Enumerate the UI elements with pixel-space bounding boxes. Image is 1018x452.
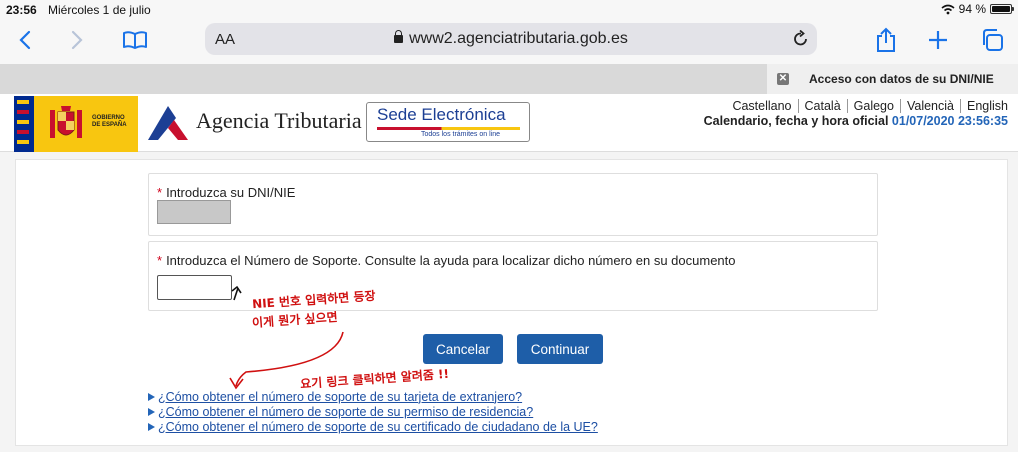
tabs-overview-button[interactable] bbox=[977, 26, 1007, 54]
lang-catala[interactable]: Català bbox=[797, 99, 847, 113]
chevron-left-icon bbox=[19, 30, 31, 50]
language-selector: Castellano Català Galego Valencià Englis… bbox=[726, 99, 1008, 113]
book-icon bbox=[123, 31, 147, 49]
sede-electronica-logo[interactable]: Sede Electrónica Todos los trámites on l… bbox=[366, 102, 530, 142]
wifi-icon bbox=[941, 4, 955, 14]
site-header: GOBIERNO DE ESPAÑA Agencia Tributaria Se… bbox=[0, 94, 1018, 152]
required-mark: * bbox=[157, 185, 163, 200]
list-item: ¿Cómo obtener el número de soporte de su… bbox=[148, 389, 598, 404]
list-item: ¿Cómo obtener el número de soporte de su… bbox=[148, 419, 598, 434]
tab-title: Acceso con datos de su DNI/NIE bbox=[809, 72, 994, 86]
back-button[interactable] bbox=[10, 26, 40, 54]
tab-bar: ✕ Acceso con datos de su DNI/NIE bbox=[0, 64, 1018, 94]
new-tab-button[interactable] bbox=[923, 26, 953, 54]
status-bar: 23:56 Miércoles 1 de julio 94 % bbox=[0, 0, 1018, 18]
lock-icon bbox=[394, 30, 404, 43]
help-link-permiso[interactable]: ¿Cómo obtener el número de soporte de su… bbox=[158, 405, 533, 419]
forward-button[interactable] bbox=[62, 26, 92, 54]
agency-name[interactable]: Agencia Tributaria bbox=[196, 108, 362, 134]
browser-toolbar: AA www2.agenciatributaria.gob.es bbox=[0, 18, 1018, 64]
dni-input[interactable] bbox=[157, 200, 231, 224]
official-calendar[interactable]: Calendario, fecha y hora oficial 01/07/2… bbox=[704, 114, 1008, 128]
plus-icon bbox=[929, 31, 947, 49]
coat-of-arms-icon bbox=[50, 106, 82, 138]
calendar-label[interactable]: Calendario, fecha y hora oficial bbox=[704, 114, 889, 128]
lang-english[interactable]: English bbox=[960, 99, 1008, 113]
gobierno-line1: GOBIERNO bbox=[92, 115, 125, 121]
share-icon bbox=[877, 27, 895, 52]
triangle-icon bbox=[148, 407, 155, 416]
tabs-icon bbox=[983, 29, 1003, 51]
main-content: * Introduzca su DNI/NIE * Introduzca el Nú… bbox=[15, 159, 1008, 446]
bookmarks-button[interactable] bbox=[120, 26, 150, 54]
status-date: Miércoles 1 de julio bbox=[48, 3, 151, 17]
sede-subtitle: Todos los trámites on line bbox=[421, 131, 500, 138]
status-right: 94 % bbox=[941, 2, 1014, 16]
gobierno-logo[interactable]: GOBIERNO DE ESPAÑA bbox=[14, 96, 138, 152]
address-bar[interactable]: AA www2.agenciatributaria.gob.es bbox=[205, 23, 817, 55]
dni-label: Introduzca su DNI/NIE bbox=[166, 185, 296, 200]
calendar-datetime: 01/07/2020 23:56:35 bbox=[891, 114, 1008, 128]
lang-castellano[interactable]: Castellano bbox=[726, 99, 797, 113]
list-item: ¿Cómo obtener el número de soporte de su… bbox=[148, 404, 598, 419]
cancel-button[interactable]: Cancelar bbox=[423, 334, 503, 364]
battery-percent: 94 % bbox=[958, 2, 986, 16]
eu-flag-icon bbox=[14, 96, 34, 152]
annotation-note-1b: 이게 뭔가 싶으면 bbox=[251, 310, 339, 330]
help-link-certificado[interactable]: ¿Cómo obtener el número de soporte de su… bbox=[158, 420, 598, 434]
required-mark: * bbox=[157, 253, 163, 268]
tab-active[interactable]: ✕ Acceso con datos de su DNI/NIE bbox=[767, 64, 1018, 94]
close-icon[interactable]: ✕ bbox=[777, 73, 789, 85]
agencia-tributaria-logo-icon[interactable] bbox=[146, 104, 190, 142]
status-time: 23:56 bbox=[6, 3, 37, 17]
lang-galego[interactable]: Galego bbox=[846, 99, 900, 113]
continue-button[interactable]: Continuar bbox=[517, 334, 603, 364]
triangle-icon bbox=[148, 392, 155, 401]
share-button[interactable] bbox=[871, 26, 901, 54]
url-text: www2.agenciatributaria.gob.es bbox=[409, 30, 628, 47]
triangle-icon bbox=[148, 422, 155, 431]
help-links: ¿Cómo obtener el número de soporte de su… bbox=[148, 389, 598, 434]
help-link-tarjeta[interactable]: ¿Cómo obtener el número de soporte de su… bbox=[158, 390, 522, 404]
battery-icon bbox=[990, 4, 1014, 14]
lang-valencia[interactable]: Valencià bbox=[899, 99, 960, 113]
dni-field-group: * Introduzca su DNI/NIE bbox=[148, 173, 878, 236]
gobierno-line2: DE ESPAÑA bbox=[92, 122, 127, 128]
reload-icon[interactable] bbox=[793, 29, 809, 53]
sede-title: Sede Electrónica bbox=[377, 105, 506, 124]
chevron-right-icon bbox=[71, 30, 83, 50]
soporte-input[interactable] bbox=[157, 275, 232, 300]
soporte-label: Introduzca el Número de Soporte. Consult… bbox=[166, 253, 736, 268]
